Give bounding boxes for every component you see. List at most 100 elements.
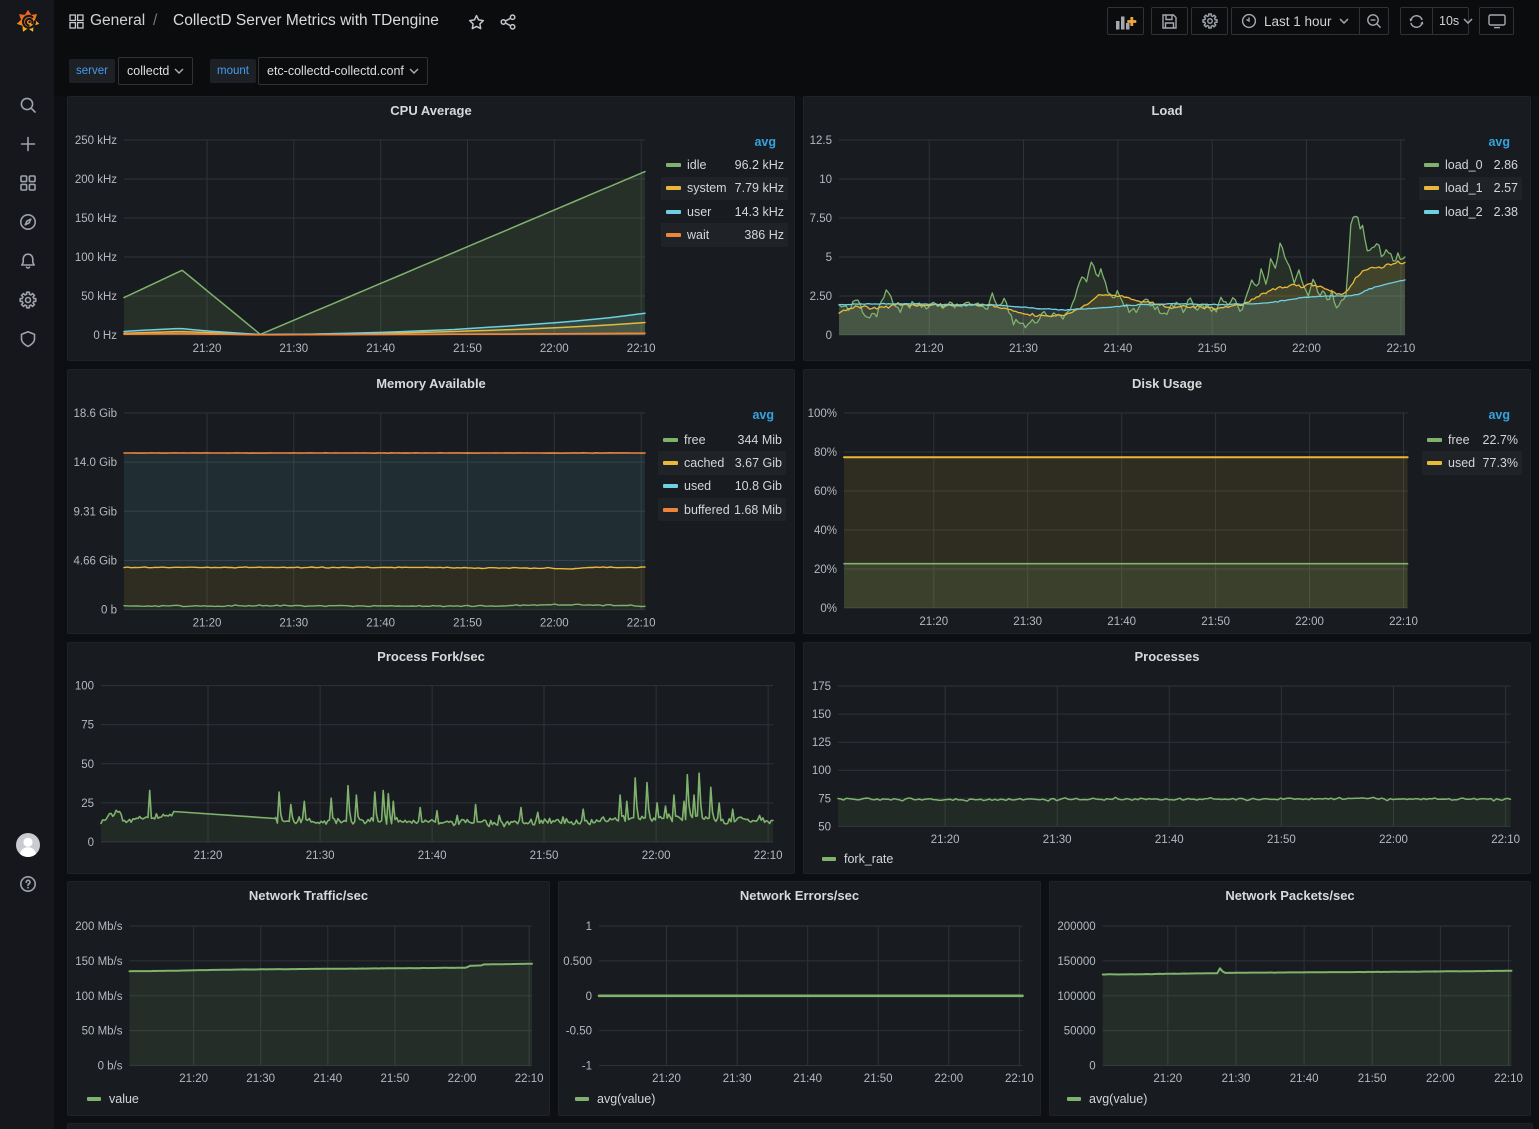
svg-text:200 Mb/s: 200 Mb/s (75, 921, 123, 933)
svg-text:22:10: 22:10 (1389, 616, 1418, 628)
svg-text:0 b/s: 0 b/s (98, 1061, 123, 1073)
svg-text:21:40: 21:40 (1104, 343, 1133, 355)
svg-text:22:10: 22:10 (515, 1073, 544, 1085)
svg-text:21:30: 21:30 (1222, 1073, 1251, 1085)
svg-text:21:50: 21:50 (381, 1073, 410, 1085)
svg-text:22:10: 22:10 (1005, 1073, 1034, 1085)
svg-text:-0.50: -0.50 (566, 1026, 592, 1038)
svg-text:21:50: 21:50 (1267, 834, 1296, 846)
svg-text:21:50: 21:50 (1201, 616, 1230, 628)
svg-text:21:50: 21:50 (453, 343, 482, 355)
svg-text:22:00: 22:00 (1292, 343, 1321, 355)
svg-text:0: 0 (586, 991, 592, 1003)
svg-text:21:20: 21:20 (931, 834, 960, 846)
svg-text:100: 100 (812, 765, 831, 777)
svg-text:50: 50 (818, 821, 831, 833)
svg-text:9.31 Gib: 9.31 Gib (74, 506, 117, 518)
svg-text:22:10: 22:10 (627, 618, 656, 630)
svg-text:7.50: 7.50 (810, 213, 832, 225)
svg-text:40%: 40% (814, 525, 837, 537)
svg-text:60%: 60% (814, 486, 837, 498)
svg-text:100 Mb/s: 100 Mb/s (75, 991, 123, 1003)
svg-text:0: 0 (1089, 1061, 1095, 1073)
svg-text:25: 25 (81, 798, 94, 810)
svg-text:21:40: 21:40 (366, 343, 395, 355)
svg-text:100: 100 (75, 681, 94, 693)
svg-text:21:40: 21:40 (793, 1073, 822, 1085)
svg-text:21:50: 21:50 (453, 618, 482, 630)
svg-text:21:20: 21:20 (652, 1073, 681, 1085)
svg-text:22:00: 22:00 (642, 850, 671, 862)
svg-text:21:20: 21:20 (193, 618, 222, 630)
svg-text:22:00: 22:00 (540, 343, 569, 355)
svg-text:125: 125 (812, 737, 831, 749)
svg-text:22:00: 22:00 (448, 1073, 477, 1085)
svg-text:0 b: 0 b (101, 605, 117, 617)
svg-text:175: 175 (812, 681, 831, 693)
svg-text:22:00: 22:00 (1426, 1073, 1455, 1085)
svg-text:21:30: 21:30 (1009, 343, 1038, 355)
svg-text:100 kHz: 100 kHz (75, 252, 117, 264)
svg-text:0: 0 (88, 837, 94, 849)
svg-text:150: 150 (812, 709, 831, 721)
svg-text:50 Mb/s: 50 Mb/s (82, 1026, 123, 1038)
svg-text:22:00: 22:00 (1295, 616, 1324, 628)
svg-text:21:40: 21:40 (313, 1073, 342, 1085)
svg-text:150 kHz: 150 kHz (75, 213, 117, 225)
svg-text:21:50: 21:50 (1358, 1073, 1387, 1085)
svg-text:21:30: 21:30 (279, 618, 308, 630)
svg-text:21:30: 21:30 (279, 343, 308, 355)
svg-text:21:20: 21:20 (194, 850, 223, 862)
svg-text:250 kHz: 250 kHz (75, 135, 117, 147)
svg-text:22:10: 22:10 (627, 343, 656, 355)
svg-text:150000: 150000 (1057, 956, 1095, 968)
svg-text:22:00: 22:00 (540, 618, 569, 630)
svg-text:21:50: 21:50 (1198, 343, 1227, 355)
svg-text:22:00: 22:00 (1379, 834, 1408, 846)
svg-text:1: 1 (586, 921, 592, 933)
svg-text:50 kHz: 50 kHz (81, 291, 117, 303)
svg-text:80%: 80% (814, 447, 837, 459)
svg-text:22:10: 22:10 (1494, 1073, 1523, 1085)
svg-text:5: 5 (826, 252, 832, 264)
svg-text:21:40: 21:40 (1107, 616, 1136, 628)
svg-text:21:20: 21:20 (919, 616, 948, 628)
svg-text:20%: 20% (814, 564, 837, 576)
svg-text:21:20: 21:20 (915, 343, 944, 355)
svg-text:75: 75 (818, 793, 831, 805)
svg-text:22:10: 22:10 (1491, 834, 1520, 846)
svg-text:2.50: 2.50 (810, 291, 832, 303)
svg-text:22:10: 22:10 (754, 850, 783, 862)
svg-text:21:30: 21:30 (246, 1073, 275, 1085)
svg-text:-1: -1 (582, 1061, 592, 1073)
svg-text:21:20: 21:20 (1153, 1073, 1182, 1085)
svg-text:21:20: 21:20 (179, 1073, 208, 1085)
svg-text:21:30: 21:30 (306, 850, 335, 862)
svg-text:21:40: 21:40 (418, 850, 447, 862)
svg-text:100%: 100% (808, 408, 837, 420)
svg-text:50: 50 (81, 759, 94, 771)
svg-text:21:20: 21:20 (193, 343, 222, 355)
svg-text:0%: 0% (820, 603, 837, 615)
svg-text:21:50: 21:50 (864, 1073, 893, 1085)
svg-text:0 Hz: 0 Hz (93, 330, 117, 342)
svg-text:21:30: 21:30 (1013, 616, 1042, 628)
svg-text:14.0 Gib: 14.0 Gib (74, 457, 117, 469)
svg-text:18.6 Gib: 18.6 Gib (74, 408, 117, 420)
svg-text:22:10: 22:10 (1387, 343, 1416, 355)
svg-text:21:40: 21:40 (1155, 834, 1184, 846)
svg-text:21:50: 21:50 (530, 850, 559, 862)
svg-text:21:40: 21:40 (1290, 1073, 1319, 1085)
svg-text:200000: 200000 (1057, 921, 1095, 933)
svg-text:22:00: 22:00 (934, 1073, 963, 1085)
svg-text:150 Mb/s: 150 Mb/s (75, 956, 123, 968)
svg-text:21:30: 21:30 (1043, 834, 1072, 846)
svg-text:21:30: 21:30 (723, 1073, 752, 1085)
svg-text:75: 75 (81, 720, 94, 732)
svg-text:50000: 50000 (1064, 1026, 1096, 1038)
svg-text:4.66 Gib: 4.66 Gib (74, 556, 117, 568)
svg-text:12.5: 12.5 (810, 135, 832, 147)
svg-text:10: 10 (819, 174, 832, 186)
svg-text:100000: 100000 (1057, 991, 1095, 1003)
svg-text:0.500: 0.500 (563, 956, 592, 968)
